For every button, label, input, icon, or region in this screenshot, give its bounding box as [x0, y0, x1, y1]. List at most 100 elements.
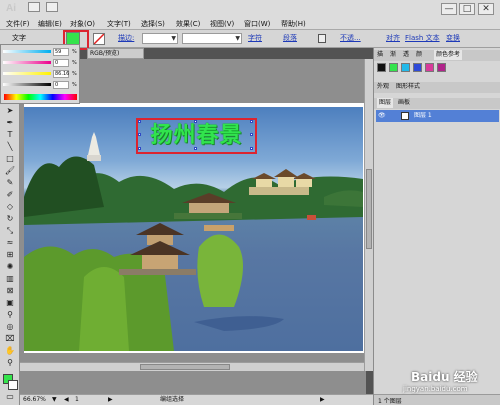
zoom-level[interactable]: 66.67%	[23, 395, 46, 405]
stroke-color-icon[interactable]	[8, 380, 18, 390]
swatch-cyan[interactable]	[401, 63, 410, 72]
tools-panel: ➤ ✒ T ╲ □ 🖌 ✎ ✐ ◇ ↻ ⤡ ≈ ⊞ ✺ ▥ ⊠ ▣ ⚲ ◎ ⌧ …	[0, 104, 20, 405]
selection-tool-icon[interactable]: ➤	[4, 106, 16, 116]
menu-object[interactable]: 对象(O)	[70, 19, 95, 29]
stroke-weight-field[interactable]: ▼	[142, 33, 178, 44]
layer-row[interactable]: 👁 图层 1	[376, 110, 499, 122]
blob-brush-icon[interactable]: ✐	[4, 190, 16, 200]
pen-tool-icon[interactable]: ✒	[4, 118, 16, 128]
tab-color[interactable]: 颜	[416, 50, 422, 60]
tab-layers[interactable]: 图层	[377, 98, 394, 108]
bridge-icon[interactable]	[28, 2, 40, 12]
swatch-green[interactable]	[389, 63, 398, 72]
brush-tool-icon[interactable]: 🖌	[4, 166, 16, 176]
magenta-value[interactable]: 0	[53, 59, 69, 67]
zoom-tool-icon[interactable]: ⚲	[4, 358, 16, 368]
menu-edit[interactable]: 编辑(E)	[38, 19, 62, 29]
page-number[interactable]: 1	[75, 395, 79, 405]
selection-handle[interactable]	[138, 133, 141, 136]
slice-tool-icon[interactable]: ⌧	[4, 334, 16, 344]
type-tool-icon[interactable]: T	[4, 130, 16, 140]
swatch-blue[interactable]	[413, 63, 422, 72]
title-highlight-box[interactable]: 扬州春景	[136, 118, 257, 154]
tab-graphic-styles[interactable]: 图形样式	[396, 82, 420, 92]
warp-tool-icon[interactable]: ≈	[4, 238, 16, 248]
align-link[interactable]: 对齐	[386, 34, 400, 43]
menu-view[interactable]: 视图(V)	[210, 19, 234, 29]
horizontal-scrollbar[interactable]	[20, 362, 366, 371]
vertical-scrollbar[interactable]	[364, 59, 373, 371]
free-transform-icon[interactable]: ⊞	[4, 250, 16, 260]
opacity-link[interactable]: 不透...	[340, 34, 361, 43]
rectangle-tool-icon[interactable]: □	[4, 154, 16, 164]
magenta-slider[interactable]	[3, 61, 51, 64]
menu-type[interactable]: 文字(T)	[107, 19, 131, 29]
symbol-sprayer-icon[interactable]: ✺	[4, 262, 16, 272]
status-menu-icon[interactable]: ▶	[320, 395, 325, 405]
black-slider[interactable]	[3, 83, 51, 86]
pencil-tool-icon[interactable]: ✎	[4, 178, 16, 188]
menu-file[interactable]: 文件(F)	[6, 19, 30, 29]
maximize-button[interactable]: □	[459, 3, 475, 15]
no-stroke-icon	[94, 34, 104, 44]
arrange-icon[interactable]	[46, 2, 58, 12]
layer-name[interactable]: 图层 1	[414, 110, 432, 122]
stroke-swatch[interactable]	[93, 33, 105, 45]
flash-text-link[interactable]: Flash 文本	[405, 34, 440, 43]
swatch-purple[interactable]	[437, 63, 446, 72]
close-button[interactable]: ✕	[478, 3, 494, 15]
selection-handle[interactable]	[194, 147, 197, 150]
tab-stroke[interactable]: 描	[377, 50, 383, 60]
yellow-value[interactable]: 86.16	[53, 70, 69, 78]
mesh-tool-icon[interactable]: ⊠	[4, 286, 16, 296]
scroll-thumb[interactable]	[366, 169, 372, 249]
hand-tool-icon[interactable]: ✋	[4, 346, 16, 356]
eyedropper-tool-icon[interactable]: ⚲	[4, 310, 16, 320]
selection-handle[interactable]	[250, 147, 253, 150]
tab-transparency[interactable]: 透	[403, 50, 409, 60]
scroll-thumb[interactable]	[140, 364, 230, 370]
swatch-magenta[interactable]	[425, 63, 434, 72]
screen-mode-icon[interactable]: ▭	[4, 392, 16, 402]
rotate-tool-icon[interactable]: ↻	[4, 214, 16, 224]
next-page-icon[interactable]: ▶	[108, 395, 113, 405]
cyan-slider[interactable]	[3, 50, 51, 53]
percent-label: %	[72, 49, 77, 55]
menu-effect[interactable]: 效果(C)	[176, 19, 200, 29]
gradient-tool-icon[interactable]: ▣	[4, 298, 16, 308]
character-link[interactable]: 字符	[248, 34, 262, 43]
visibility-eye-icon[interactable]: 👁	[378, 110, 386, 122]
menu-window[interactable]: 窗口(W)	[244, 19, 270, 29]
swatch-black[interactable]	[377, 63, 386, 72]
tab-appearance[interactable]: 外观	[377, 82, 389, 92]
graph-tool-icon[interactable]: ▥	[4, 274, 16, 284]
tab-artboards[interactable]: 画板	[398, 98, 410, 108]
line-tool-icon[interactable]: ╲	[4, 142, 16, 152]
minimize-button[interactable]: —	[441, 3, 457, 15]
document-tab[interactable]: RGB/预览)	[87, 48, 144, 59]
menu-help[interactable]: 帮助(H)	[281, 19, 306, 29]
yellow-slider[interactable]	[3, 72, 51, 75]
selection-handle[interactable]	[138, 147, 141, 150]
tab-gradient[interactable]: 渐	[390, 50, 396, 60]
paragraph-link[interactable]: 段落	[283, 34, 297, 43]
opacity-icon[interactable]	[318, 34, 326, 43]
selection-handle[interactable]	[194, 120, 197, 123]
menu-select[interactable]: 选择(S)	[141, 19, 165, 29]
selection-handle[interactable]	[250, 133, 253, 136]
selection-handle[interactable]	[138, 120, 141, 123]
selection-handle[interactable]	[250, 120, 253, 123]
color-spectrum[interactable]	[4, 94, 77, 100]
black-value[interactable]: 0	[53, 81, 69, 89]
transform-link[interactable]: 变换	[446, 34, 460, 43]
font-family-field[interactable]: ▼	[182, 33, 242, 44]
tab-color-guide[interactable]: 颜色参考	[434, 50, 463, 60]
prev-page-icon[interactable]: ◀	[64, 395, 69, 405]
stroke-label[interactable]: 描边:	[118, 34, 134, 43]
eraser-tool-icon[interactable]: ◇	[4, 202, 16, 212]
cyan-value[interactable]: 59	[53, 48, 69, 56]
panels-dock: 描 渐 透 颜 颜色参考 外观 图形样式 图层 画板 👁 图层 1 1 个图层	[373, 48, 500, 405]
scale-tool-icon[interactable]: ⤡	[4, 226, 16, 236]
blend-tool-icon[interactable]: ◎	[4, 322, 16, 332]
chevron-down-icon[interactable]: ▼	[52, 395, 57, 405]
